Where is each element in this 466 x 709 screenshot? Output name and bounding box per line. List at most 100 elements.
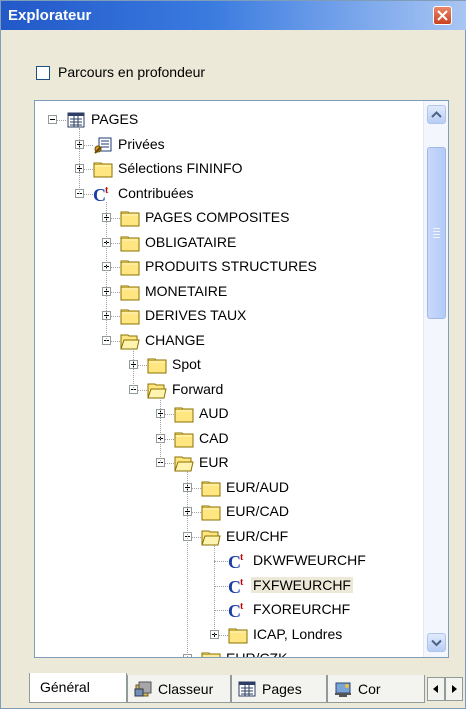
close-button[interactable]	[433, 6, 452, 25]
folder-icon	[174, 407, 194, 423]
tree-item-label: DKWFWEURCHF	[253, 552, 366, 568]
tree-item-label: Spot	[172, 356, 201, 372]
tree-item-label: MONETAIRE	[145, 282, 228, 299]
tab-classeur-label: Classeur	[158, 681, 214, 697]
tree-item[interactable]: EUR/CHF	[35, 527, 423, 549]
tree-item[interactable]: EUR/CZK	[35, 649, 423, 657]
tree-item-label: Sélections FININFO	[118, 160, 243, 176]
tree-item-label: Privées	[118, 135, 165, 152]
tree-item[interactable]: AUD	[35, 404, 423, 426]
tree-item[interactable]: CHANGE	[35, 331, 423, 353]
scroll-thumb[interactable]	[427, 147, 446, 319]
tree-item[interactable]: Sélections FININFO	[35, 159, 423, 181]
tree-guide	[160, 397, 161, 463]
collapse-icon[interactable]	[48, 115, 57, 124]
tree-connector	[214, 610, 228, 611]
tree-guide	[214, 544, 215, 635]
depth-checkbox[interactable]	[36, 66, 50, 80]
svg-text:t: t	[240, 552, 244, 563]
folder-icon	[120, 260, 140, 276]
tree-item-label: CAD	[199, 429, 229, 446]
chevron-down-icon	[431, 639, 442, 647]
tree-item[interactable]: PRODUITS STRUCTURES	[35, 257, 423, 279]
pages-icon	[67, 112, 85, 128]
open-folder-icon	[147, 383, 167, 398]
tab-general[interactable]: Général	[29, 673, 127, 703]
tree-item[interactable]: Forward	[35, 380, 423, 402]
tab-pages[interactable]: Pages	[231, 675, 327, 703]
tree-item[interactable]: Ct Contribuées	[35, 184, 423, 206]
contrib-icon: Ct	[228, 601, 244, 619]
tree-item[interactable]: Ct FXOREURCHF	[35, 600, 423, 622]
tree-connector	[214, 585, 228, 587]
tree-item-label: CHANGE	[145, 331, 205, 348]
folder-icon	[120, 285, 140, 300]
tab-scroll-right-button[interactable]	[445, 677, 463, 701]
open-folder-icon	[174, 456, 194, 472]
scroll-down-button[interactable]	[427, 633, 446, 652]
tab-scroll-left-button[interactable]	[427, 677, 445, 701]
chevron-up-icon	[431, 111, 442, 118]
tree-item-label: EUR/CZK	[224, 650, 289, 657]
tree-item[interactable]: DERIVES TAUX	[35, 306, 423, 328]
tree-item-label: FXOREURCHF	[253, 601, 351, 617]
tree-item[interactable]: Spot	[35, 355, 423, 377]
tab-general-label: Général	[40, 679, 90, 695]
scroll-up-button[interactable]	[427, 105, 446, 124]
tree-guide	[133, 348, 134, 390]
tree-item[interactable]: EUR/CAD	[35, 502, 423, 524]
tree-item-label: PRODUITS STRUCTURES	[145, 258, 317, 274]
tree-item-label: Contribuées	[118, 184, 194, 201]
svg-text:t: t	[240, 601, 244, 612]
tree-content: PAGES Privées Sélections FININFO Ct Contribu…	[35, 101, 425, 657]
svg-text:t: t	[105, 185, 109, 196]
folder-icon	[147, 358, 167, 374]
tree-item[interactable]: PAGES	[35, 110, 423, 132]
binder-icon	[134, 681, 152, 697]
pages-icon	[238, 681, 256, 697]
tree-item-label: PAGES	[91, 111, 139, 127]
contrib-tab-icon	[335, 682, 351, 697]
tree-item-label: DERIVES TAUX	[145, 307, 247, 323]
tree-item[interactable]: MONETAIRE	[35, 282, 423, 304]
folder-icon	[228, 628, 248, 643]
folder-icon	[201, 652, 221, 657]
explorer-window: Explorateur Parcours en profondeur PAGES…	[0, 0, 466, 709]
folder-icon	[120, 236, 140, 251]
vertical-scrollbar[interactable]	[423, 101, 448, 657]
contrib-icon: Ct	[228, 577, 244, 595]
tab-cor[interactable]: Cor	[327, 675, 425, 703]
tree-guide	[187, 471, 188, 657]
folder-icon	[174, 432, 194, 447]
tree-item[interactable]: CAD	[35, 429, 423, 451]
tree-item[interactable]: PAGES COMPOSITES	[35, 208, 423, 230]
contrib-icon: Ct	[93, 185, 109, 203]
tree-item-label: AUD	[199, 405, 229, 421]
window-title: Explorateur	[8, 7, 92, 24]
tab-pages-label: Pages	[262, 681, 302, 697]
folder-icon	[120, 309, 140, 325]
triangle-left-icon	[433, 685, 438, 693]
tree-item[interactable]: OBLIGATAIRE	[35, 233, 423, 255]
tree-item-label: OBLIGATAIRE	[145, 233, 237, 250]
folder-icon	[93, 162, 113, 178]
tree-item[interactable]: EUR	[35, 453, 423, 475]
tree-item-label: EUR/CAD	[226, 503, 290, 519]
title-bar[interactable]: Explorateur	[1, 1, 466, 30]
tree-item-label: EUR/CHF	[226, 527, 289, 544]
thumb-grip-line	[433, 231, 440, 232]
tree-item[interactable]: EUR/AUD	[35, 478, 423, 500]
tree-view[interactable]: PAGES Privées Sélections FININFO Ct Contribu…	[34, 100, 449, 658]
open-folder-icon	[201, 530, 221, 545]
depth-checkbox-label: Parcours en profondeur	[58, 64, 206, 80]
tree-item[interactable]: Privées	[35, 135, 423, 157]
close-icon	[437, 10, 448, 21]
tree-connector	[214, 561, 228, 562]
tree-item[interactable]: Ct FXFWEURCHF	[35, 576, 423, 598]
tree-item[interactable]: Ct DKWFWEURCHF	[35, 551, 423, 573]
folder-icon	[201, 505, 221, 521]
tree-item-label: EUR/AUD	[226, 478, 290, 495]
tree-item[interactable]: ICAP, Londres	[35, 625, 423, 647]
tab-classeur[interactable]: Classeur	[127, 675, 231, 703]
tree-guide	[106, 201, 107, 341]
